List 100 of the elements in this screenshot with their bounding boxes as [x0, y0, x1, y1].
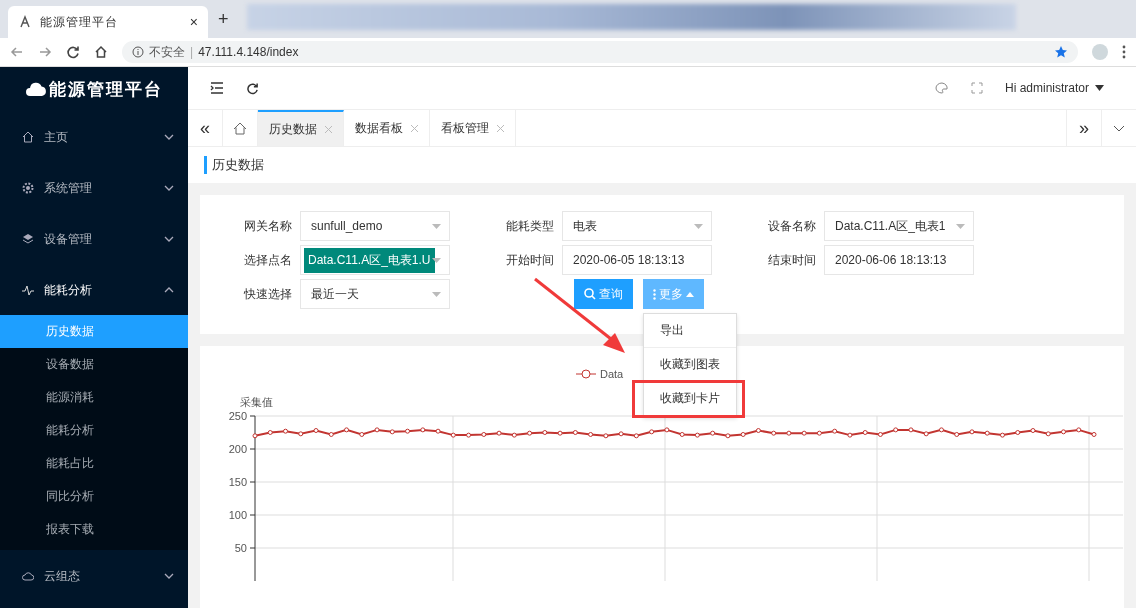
reload-icon[interactable]	[66, 45, 80, 59]
palette-icon[interactable]	[934, 82, 949, 94]
sidebar-item[interactable]: 设备管理	[0, 214, 188, 264]
caret-icon	[694, 224, 703, 229]
data-point	[435, 428, 441, 434]
sidebar-item[interactable]: 系统管理	[0, 163, 188, 213]
layers-icon	[22, 233, 34, 245]
more-vertical-icon[interactable]	[1122, 45, 1126, 59]
extension-icon[interactable]	[1092, 44, 1108, 60]
date-time-field[interactable]: 2020-06-05 18:13:13	[562, 245, 712, 275]
sidebar-subitem[interactable]: 同比分析	[0, 480, 188, 513]
field-label: 网关名称	[244, 217, 292, 235]
chevron-down-icon	[164, 236, 174, 242]
menu-toggle-icon[interactable]	[210, 82, 224, 94]
close-icon[interactable]	[497, 124, 504, 132]
close-icon[interactable]	[325, 125, 332, 133]
select-field[interactable]: 电表	[562, 211, 712, 241]
data-point	[527, 430, 533, 436]
data-point	[344, 427, 350, 433]
axis-tick-label: 250	[228, 410, 247, 422]
caret-icon	[432, 224, 441, 229]
data-point	[1045, 431, 1051, 437]
home-icon	[22, 131, 34, 143]
chevron-down-icon	[164, 134, 174, 140]
select-field[interactable]: Data.C11.A区_电表1	[824, 211, 974, 241]
menu-item[interactable]: 收藏到图表	[644, 348, 736, 382]
close-icon[interactable]	[411, 124, 418, 132]
forward-icon[interactable]	[38, 45, 52, 59]
field-label: 能耗类型	[506, 217, 554, 235]
sidebar-item[interactable]: 主页	[0, 112, 188, 162]
select-field[interactable]: 最近一天	[300, 279, 450, 309]
scroll-right-button[interactable]: »	[1066, 110, 1101, 146]
data-point	[740, 432, 746, 437]
select-field[interactable]: Data.C11.A区_电表1.U	[300, 245, 450, 275]
data-point	[496, 430, 502, 436]
scroll-left-button[interactable]: «	[188, 110, 223, 146]
data-point	[801, 430, 807, 436]
menu-item[interactable]: 收藏到卡片	[634, 382, 743, 416]
fullscreen-icon[interactable]	[970, 82, 983, 94]
legend-label: Data	[600, 368, 624, 380]
data-point	[664, 427, 670, 433]
page-tab[interactable]: 看板管理	[430, 110, 516, 146]
caret-icon	[432, 258, 441, 263]
page-title: 历史数据	[204, 156, 264, 174]
data-point	[649, 429, 655, 435]
data-point	[954, 432, 960, 437]
sidebar-item[interactable]: 云组态	[0, 551, 188, 601]
data-point	[633, 433, 639, 439]
caret-up-icon	[686, 291, 694, 297]
axis-title: 采集值	[240, 396, 273, 408]
caret-icon	[1095, 85, 1104, 91]
refresh-icon[interactable]	[246, 81, 259, 95]
browser-tab-title[interactable]: 能源管理平台	[40, 13, 182, 31]
data-point	[1030, 428, 1036, 433]
sidebar-item[interactable]: 能耗分析	[0, 265, 188, 315]
data-point	[298, 431, 304, 437]
data-point	[816, 430, 822, 436]
select-field[interactable]: sunfull_demo	[300, 211, 450, 241]
chevron-up-icon	[164, 287, 174, 293]
sidebar-subitem[interactable]: 报表下载	[0, 513, 188, 546]
home-icon[interactable]	[94, 45, 108, 59]
data-point	[374, 427, 380, 433]
data-point	[328, 432, 334, 437]
search-icon	[584, 288, 596, 300]
new-tab-button[interactable]: +	[214, 8, 233, 30]
sidebar-subitem[interactable]: 能源消耗	[0, 381, 188, 414]
data-point	[877, 432, 883, 437]
caret-icon	[432, 292, 441, 297]
axis-tick-label: 50	[234, 542, 247, 554]
data-point	[389, 429, 395, 435]
data-point	[1015, 430, 1021, 435]
data-point	[618, 431, 624, 437]
info-icon	[132, 46, 144, 58]
data-point	[511, 432, 517, 438]
data-point	[832, 428, 838, 434]
menu-item[interactable]: 导出	[644, 314, 736, 348]
tab-close-button[interactable]: ×	[189, 14, 198, 30]
user-menu[interactable]: Hi administrator	[1004, 81, 1104, 95]
address-field[interactable]: 不安全 | 47.111.4.148/index	[122, 41, 1078, 63]
sidebar-subitem[interactable]: 能耗占比	[0, 447, 188, 480]
axis-tick-label: 150	[228, 476, 247, 488]
data-point	[893, 427, 899, 433]
date-time-field[interactable]: 2020-06-06 18:13:13	[824, 245, 974, 275]
page-tab[interactable]: 历史数据	[258, 110, 344, 146]
back-icon[interactable]	[10, 45, 24, 59]
caret-icon	[956, 224, 965, 229]
data-point	[252, 433, 258, 439]
star-icon[interactable]	[1054, 45, 1068, 59]
axis-tick-label: 200	[228, 443, 247, 455]
field-label: 结束时间	[768, 251, 816, 269]
axis-tick-label: 100	[228, 509, 247, 521]
data-point	[588, 432, 594, 437]
chevron-down-icon	[164, 573, 174, 579]
sidebar-subitem[interactable]: 能耗分析	[0, 414, 188, 447]
site-icon	[18, 15, 32, 29]
page-tab[interactable]: 数据看板	[344, 110, 430, 146]
data-point	[557, 430, 563, 436]
sidebar-subitem[interactable]: 设备数据	[0, 348, 188, 381]
home-icon	[233, 121, 247, 135]
data-point	[984, 430, 990, 436]
